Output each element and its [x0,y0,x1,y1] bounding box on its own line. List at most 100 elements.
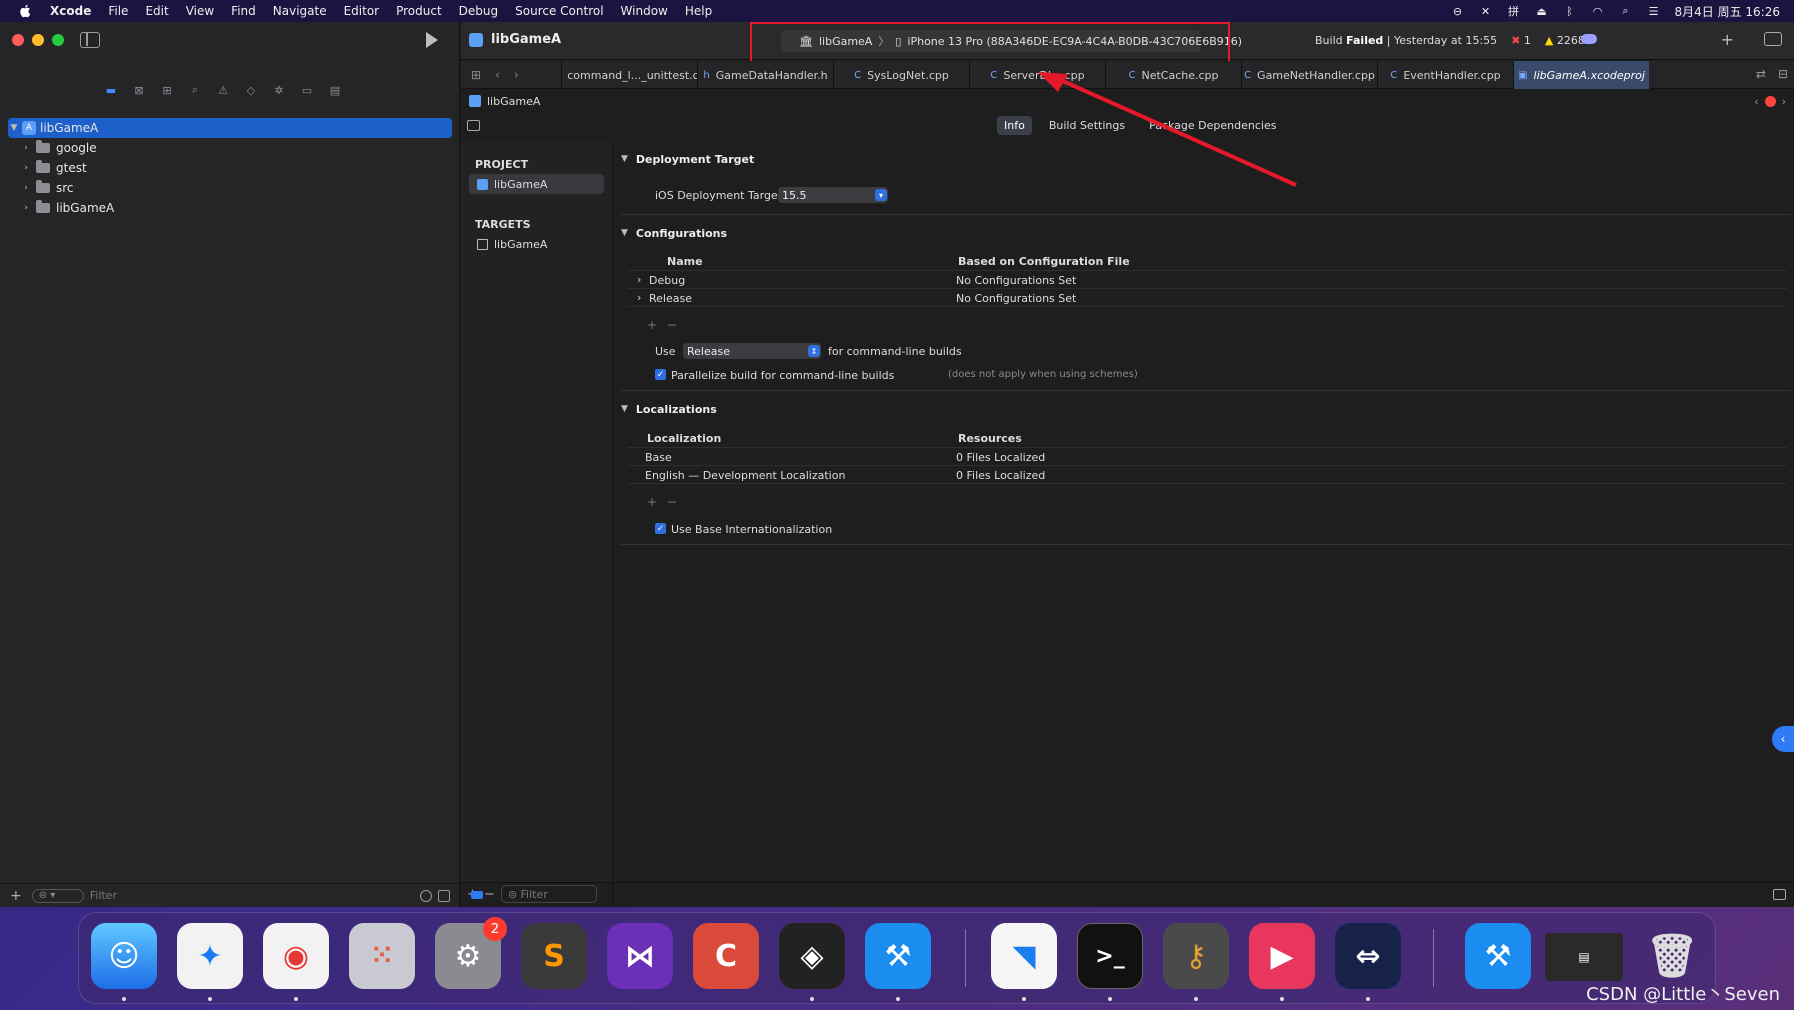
tree-item-libgamea-folder[interactable]: › libGameA [8,198,452,218]
issue-error-icon[interactable] [1764,95,1776,107]
section-localizations[interactable]: ▼ Localizations [621,400,717,418]
tab-info[interactable]: Info [997,116,1032,135]
use-base-internationalization-checkbox[interactable]: ✓ [655,523,666,534]
safari-icon[interactable]: ✦ [177,923,243,989]
tab-gamedatahandler[interactable]: h GameDataHandler.h [697,61,833,89]
launchpad-icon[interactable]: ⁙ [349,923,415,989]
swap-icon[interactable]: ⇄ [1756,67,1766,81]
menu-help[interactable]: Help [685,4,712,18]
column-header-resources[interactable]: Resources [958,432,1022,445]
run-button[interactable] [426,32,438,48]
cloud-icon[interactable] [1581,34,1597,44]
grid-icon[interactable]: ⊞ [471,68,481,82]
section-deployment-target[interactable]: ▼ Deployment Target [621,150,754,168]
navigator-filter-input[interactable]: Filter [90,889,117,902]
menu-find[interactable]: Find [231,4,256,18]
chevron-right-icon[interactable]: › [20,183,32,193]
activity-viewer[interactable]: Build Failed | Yesterday at 15:55 ✖ 1 ▲ … [1315,34,1585,47]
chevron-down-icon[interactable]: ▼ [621,228,628,238]
chevron-right-icon[interactable]: › [20,143,32,153]
library-add-button[interactable]: + [1721,30,1734,49]
control-center-icon[interactable]: ☰ [1647,5,1661,18]
tab-command-unittest[interactable]: Ccommand_l..._unittest.cc [561,61,697,89]
breakpoint-icon[interactable]: ▭ [300,84,314,97]
tab-eventhandler[interactable]: C EventHandler.cpp [1377,61,1513,89]
add-localization-button[interactable]: + [647,495,657,509]
jump-bar-item[interactable]: libGameA [487,95,540,108]
warning-count-badge[interactable]: ▲ 2268 [1545,34,1585,47]
ios-deployment-target-select[interactable]: 15.5 ▾ [778,187,888,203]
recent-files-icon[interactable] [420,889,432,902]
show-debug-area-icon[interactable] [1773,889,1786,900]
clion-icon[interactable]: C [693,923,759,989]
chevron-right-icon[interactable]: › [20,163,32,173]
menu-clock[interactable]: 8月4日 周五 16:26 [1675,3,1780,20]
column-header-name[interactable]: Name [667,255,703,268]
teamviewer-icon[interactable]: ⇔ [1335,923,1401,989]
target-item-libgamea[interactable]: libGameA [469,234,604,254]
chevron-right-icon[interactable]: › [637,273,641,286]
tree-item-google[interactable]: › google [8,138,452,158]
tree-item-src[interactable]: › src [8,178,452,198]
menu-view[interactable]: View [186,4,214,18]
search-icon[interactable]: ⌕ [188,83,202,96]
symbol-icon[interactable]: ⊞ [160,84,174,97]
menu-editor[interactable]: Editor [344,4,380,18]
report-icon[interactable]: ▤ [328,84,342,97]
back-arrow-icon[interactable]: ‹ [495,68,500,82]
finder-icon[interactable]: ☺ [91,923,157,989]
tab-libgamea-xcodeproj[interactable]: ▣ libGameA.xcodeproj [1513,61,1649,89]
source-control-icon[interactable]: ⊠ [132,84,146,97]
minimize-window-button[interactable] [32,34,44,46]
chevron-down-icon[interactable]: ▼ [621,404,628,414]
menu-file[interactable]: File [108,4,128,18]
tree-item-gtest[interactable]: › gtest [8,158,452,178]
tab-syslognet[interactable]: C SysLogNet.cpp [833,61,969,89]
sidebar-toggle-icon[interactable] [80,32,100,48]
menu-edit[interactable]: Edit [145,4,168,18]
parallelize-build-checkbox[interactable]: ✓ [655,369,666,380]
remove-localization-button[interactable]: − [667,495,677,509]
keychain-icon[interactable]: ⚷ [1163,923,1229,989]
system-settings-icon[interactable]: ⚙ 2 [435,917,507,989]
menu-window[interactable]: Window [621,4,668,18]
lark-icon[interactable]: ◥ [991,923,1057,989]
window-thumbnail-icon[interactable]: ▤ [1545,933,1623,981]
project-item-libgamea[interactable]: libGameA [469,174,604,194]
apple-icon[interactable] [18,4,32,18]
input-method-icon[interactable]: 拼 [1507,5,1521,18]
bluetooth-icon[interactable]: ᛒ [1563,5,1577,18]
debug-icon[interactable]: ✲ [272,84,286,97]
chevron-left-icon[interactable]: ‹ [1754,95,1758,108]
chevron-down-icon[interactable]: ▼ [8,123,20,133]
column-header-based-on[interactable]: Based on Configuration File [958,255,1130,268]
unity-icon[interactable]: ◈ [779,923,845,989]
xcode-icon[interactable]: ⚒ [1465,923,1531,989]
add-file-button[interactable]: + [10,888,22,904]
sublime-text-icon[interactable]: S [521,923,587,989]
command-line-config-select[interactable]: Release ⇕ [683,343,821,359]
menu-product[interactable]: Product [396,4,442,18]
error-count-badge[interactable]: ✖ 1 [1511,34,1531,47]
warning-icon[interactable]: ⚠ [216,84,230,97]
wifi-icon[interactable]: ◠ [1591,5,1605,18]
menu-navigate[interactable]: Navigate [273,4,327,18]
inspector-toggle-icon[interactable] [1764,32,1782,46]
forward-arrow-icon[interactable]: › [514,68,519,82]
xmind-icon[interactable]: ✕ [1479,5,1493,18]
tree-item-libgamea-project[interactable]: ▼ A libGameA [8,118,452,138]
chevron-right-icon[interactable]: › [637,291,641,304]
folder-icon[interactable]: ▬ [104,84,118,97]
column-header-localization[interactable]: Localization [647,432,721,445]
filter-options-icon[interactable]: ⊜ ▾ [31,888,84,903]
close-window-button[interactable] [12,34,24,46]
split-editor-icon[interactable]: ⊟ [1778,67,1788,81]
chevron-right-icon[interactable]: › [20,203,32,213]
zoom-window-button[interactable] [52,34,64,46]
xcode-icon[interactable]: ⚒ [865,923,931,989]
terminal-icon[interactable]: >_ [1077,923,1143,989]
add-configuration-button[interactable]: + [647,318,657,332]
menu-app[interactable]: Xcode [50,4,91,18]
screen-record-icon[interactable]: ⊖ [1451,5,1465,18]
scm-filter-icon[interactable] [438,889,450,902]
